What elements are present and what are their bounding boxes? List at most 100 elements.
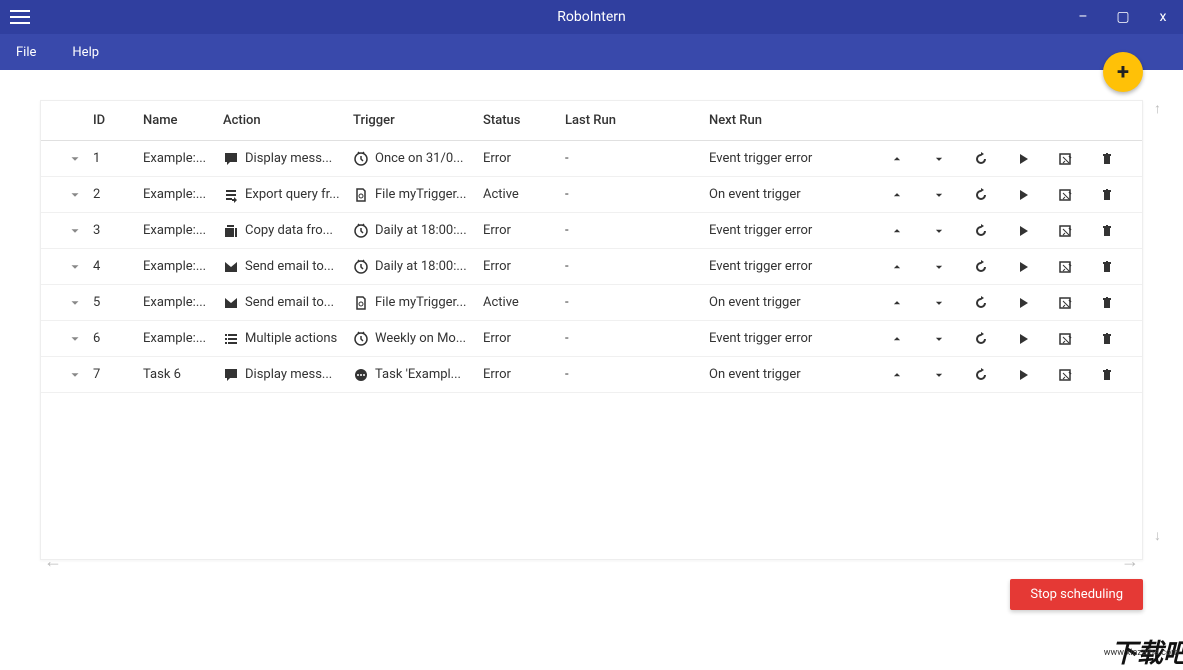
- header-trigger[interactable]: Trigger: [353, 113, 483, 128]
- move-down-button[interactable]: [930, 366, 948, 384]
- table-row[interactable]: 6 Example:... Multiple actions Weekly on…: [41, 321, 1142, 357]
- move-up-button[interactable]: [888, 186, 906, 204]
- move-up-button[interactable]: [888, 366, 906, 384]
- cell-status: Active: [483, 187, 565, 202]
- delete-button[interactable]: [1098, 150, 1116, 168]
- refresh-button[interactable]: [972, 294, 990, 312]
- maximize-button[interactable]: ▢: [1103, 0, 1143, 34]
- delete-button[interactable]: [1098, 186, 1116, 204]
- delete-button[interactable]: [1098, 366, 1116, 384]
- run-button[interactable]: [1014, 366, 1032, 384]
- edit-button[interactable]: [1056, 330, 1074, 348]
- delete-button[interactable]: [1098, 222, 1116, 240]
- refresh-button[interactable]: [972, 150, 990, 168]
- header-action[interactable]: Action: [223, 113, 353, 128]
- run-button[interactable]: [1014, 294, 1032, 312]
- expand-row-icon[interactable]: [67, 331, 83, 347]
- move-up-button[interactable]: [888, 258, 906, 276]
- scroll-up-icon[interactable]: ↑: [1154, 100, 1161, 117]
- scroll-down-icon[interactable]: ↓: [1154, 527, 1161, 544]
- stop-scheduling-button[interactable]: Stop scheduling: [1010, 579, 1143, 610]
- hamburger-menu-button[interactable]: [0, 0, 40, 34]
- expand-row-icon[interactable]: [67, 151, 83, 167]
- expand-row-icon[interactable]: [67, 295, 83, 311]
- table-row[interactable]: 5 Example:... Send email to... File myTr…: [41, 285, 1142, 321]
- header-name[interactable]: Name: [143, 113, 223, 128]
- move-down-button[interactable]: [930, 186, 948, 204]
- run-button[interactable]: [1014, 222, 1032, 240]
- table-row[interactable]: 7 Task 6 Display mess... Task 'Exampl...…: [41, 357, 1142, 393]
- add-task-fab[interactable]: +: [1103, 52, 1143, 92]
- cell-action: Display mess...: [223, 151, 353, 167]
- vertical-scroll[interactable]: ↑ ↓: [1154, 100, 1161, 544]
- cell-lastrun: -: [565, 187, 709, 202]
- cell-id: 2: [93, 187, 143, 202]
- move-down-button[interactable]: [930, 258, 948, 276]
- refresh-button[interactable]: [972, 366, 990, 384]
- window-controls: – ▢ x: [1063, 0, 1183, 34]
- expand-row-icon[interactable]: [67, 223, 83, 239]
- cell-id: 6: [93, 331, 143, 346]
- refresh-button[interactable]: [972, 258, 990, 276]
- scroll-right-icon[interactable]: →: [1121, 551, 1139, 572]
- scroll-left-icon[interactable]: ←: [44, 551, 62, 572]
- mail-icon: [223, 259, 239, 275]
- move-down-button[interactable]: [930, 150, 948, 168]
- table-row[interactable]: 4 Example:... Send email to... Daily at …: [41, 249, 1142, 285]
- minimize-button[interactable]: –: [1063, 0, 1103, 34]
- cell-status: Error: [483, 259, 565, 274]
- move-up-button[interactable]: [888, 222, 906, 240]
- cell-id: 4: [93, 259, 143, 274]
- edit-button[interactable]: [1056, 294, 1074, 312]
- cell-lastrun: -: [565, 223, 709, 238]
- edit-button[interactable]: [1056, 186, 1074, 204]
- run-button[interactable]: [1014, 150, 1032, 168]
- cell-status: Active: [483, 295, 565, 310]
- edit-button[interactable]: [1056, 366, 1074, 384]
- header-lastrun[interactable]: Last Run: [565, 113, 709, 128]
- expand-row-icon[interactable]: [67, 187, 83, 203]
- edit-button[interactable]: [1056, 150, 1074, 168]
- header-nextrun[interactable]: Next Run: [709, 113, 869, 128]
- cell-lastrun: -: [565, 295, 709, 310]
- edit-button[interactable]: [1056, 258, 1074, 276]
- export-icon: [223, 187, 239, 203]
- header-id[interactable]: ID: [93, 113, 143, 128]
- move-up-button[interactable]: [888, 294, 906, 312]
- menu-file[interactable]: File: [16, 45, 36, 60]
- delete-button[interactable]: [1098, 330, 1116, 348]
- cell-trigger: Once on 31/0...: [353, 151, 483, 167]
- content-area: ID Name Action Trigger Status Last Run N…: [0, 70, 1183, 660]
- table-row[interactable]: 2 Example:... Export query fr... File my…: [41, 177, 1142, 213]
- cell-id: 7: [93, 367, 143, 382]
- delete-button[interactable]: [1098, 294, 1116, 312]
- move-down-button[interactable]: [930, 330, 948, 348]
- move-down-button[interactable]: [930, 222, 948, 240]
- table-row[interactable]: 3 Example:... Copy data fro... Daily at …: [41, 213, 1142, 249]
- run-button[interactable]: [1014, 258, 1032, 276]
- run-button[interactable]: [1014, 330, 1032, 348]
- list-icon: [223, 331, 239, 347]
- delete-button[interactable]: [1098, 258, 1116, 276]
- refresh-button[interactable]: [972, 330, 990, 348]
- edit-button[interactable]: [1056, 222, 1074, 240]
- close-button[interactable]: x: [1143, 0, 1183, 34]
- run-button[interactable]: [1014, 186, 1032, 204]
- message-icon: [223, 367, 239, 383]
- cell-action: Multiple actions: [223, 331, 353, 347]
- move-up-button[interactable]: [888, 330, 906, 348]
- horizontal-scroll[interactable]: ← →: [40, 551, 1143, 572]
- menu-help[interactable]: Help: [72, 45, 99, 60]
- table-row[interactable]: 1 Example:... Display mess... Once on 31…: [41, 141, 1142, 177]
- move-up-button[interactable]: [888, 150, 906, 168]
- clock-icon: [353, 151, 369, 167]
- refresh-button[interactable]: [972, 186, 990, 204]
- message-icon: [223, 151, 239, 167]
- header-status[interactable]: Status: [483, 113, 565, 128]
- move-down-button[interactable]: [930, 294, 948, 312]
- cell-nextrun: Event trigger error: [709, 223, 869, 238]
- refresh-button[interactable]: [972, 222, 990, 240]
- expand-row-icon[interactable]: [67, 367, 83, 383]
- expand-row-icon[interactable]: [67, 259, 83, 275]
- cell-action: Send email to...: [223, 259, 353, 275]
